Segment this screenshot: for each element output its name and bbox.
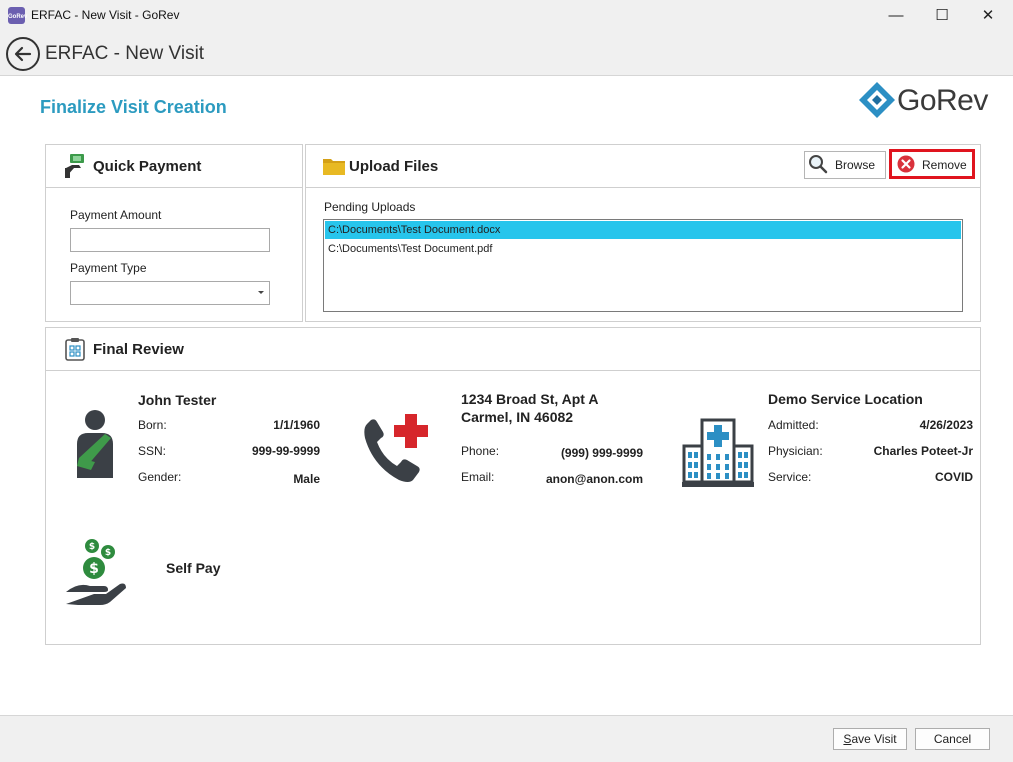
payment-amount-label: Payment Amount bbox=[70, 208, 162, 222]
list-item[interactable]: C:\Documents\Test Document.pdf bbox=[325, 240, 961, 258]
back-button[interactable] bbox=[6, 37, 40, 71]
physician-label: Physician: bbox=[768, 444, 823, 458]
back-arrow-icon bbox=[14, 46, 32, 62]
browse-button[interactable]: Browse bbox=[804, 151, 886, 179]
final-review-header: Final Review bbox=[46, 328, 980, 371]
patient-name: John Tester bbox=[138, 392, 217, 408]
remove-button[interactable]: Remove bbox=[889, 149, 975, 179]
phone-value: (999) 999-9999 bbox=[560, 446, 643, 460]
pending-uploads-label: Pending Uploads bbox=[324, 200, 416, 214]
payment-type-label: Payment Type bbox=[70, 261, 147, 275]
window-titlebar: GoRev ERFAC - New Visit - GoRev — ☐ ✕ bbox=[0, 0, 1013, 31]
cancel-button[interactable]: Cancel bbox=[915, 728, 990, 750]
quick-payment-title: Quick Payment bbox=[93, 158, 202, 175]
address-line1: 1234 Broad St, Apt A bbox=[461, 391, 599, 407]
ssn-label: SSN: bbox=[138, 444, 167, 458]
maximize-button[interactable]: ☐ bbox=[919, 0, 965, 31]
born-label: Born: bbox=[138, 418, 167, 432]
admitted-value: 4/26/2023 bbox=[919, 418, 973, 432]
gender-value: Male bbox=[293, 472, 320, 486]
logo-text: GoRev bbox=[897, 84, 988, 117]
header-title: ERFAC - New Visit bbox=[45, 43, 205, 64]
final-review-title: Final Review bbox=[93, 341, 184, 358]
service-label: Service: bbox=[768, 470, 812, 484]
remove-icon bbox=[897, 155, 915, 173]
money-hand-icon: $ $ $ bbox=[66, 539, 126, 605]
quick-payment-panel: Quick Payment Payment Amount Payment Typ… bbox=[45, 144, 303, 322]
final-review-panel: Final Review John Tester Born: 1/1/1960 … bbox=[45, 327, 981, 645]
location-name: Demo Service Location bbox=[768, 391, 923, 407]
page-title: Finalize Visit Creation bbox=[40, 97, 227, 117]
app-icon-text: GoRev bbox=[8, 14, 28, 20]
physician-value: Charles Poteet-Jr bbox=[873, 444, 973, 458]
remove-label: Remove bbox=[922, 158, 967, 172]
phone-medical-icon bbox=[364, 414, 428, 482]
dropdown-arrow-icon[interactable] bbox=[258, 291, 264, 294]
upload-files-title: Upload Files bbox=[349, 158, 439, 175]
ssn-value: 999-99-9999 bbox=[251, 444, 320, 458]
payment-type-select[interactable] bbox=[70, 281, 270, 305]
phone-label: Phone: bbox=[461, 444, 500, 458]
pending-uploads-list[interactable]: C:\Documents\Test Document.docx C:\Docum… bbox=[323, 219, 963, 312]
email-label: Email: bbox=[461, 470, 495, 484]
svg-text:$: $ bbox=[89, 542, 95, 552]
gender-label: Gender: bbox=[138, 470, 182, 484]
window-title: ERFAC - New Visit - GoRev bbox=[31, 8, 180, 22]
quick-payment-header: Quick Payment bbox=[46, 145, 302, 188]
save-visit-button[interactable]: Save Visit bbox=[833, 728, 907, 750]
app-header: ERFAC - New Visit bbox=[0, 31, 1013, 76]
svg-text:$: $ bbox=[89, 561, 99, 577]
email-value: anon@anon.com bbox=[545, 472, 643, 486]
gorev-logo: GoRev bbox=[857, 80, 997, 122]
save-visit-label: ave Visit bbox=[851, 732, 897, 746]
self-pay-text: Self Pay bbox=[166, 560, 221, 576]
app-icon: GoRev bbox=[8, 7, 28, 24]
injured-patient-icon bbox=[77, 410, 113, 478]
clipboard-icon bbox=[65, 338, 85, 361]
close-button[interactable]: ✕ bbox=[965, 0, 1011, 31]
upload-files-panel: Upload Files Browse Remove Pending Uploa… bbox=[305, 144, 981, 322]
service-value: COVID bbox=[934, 470, 973, 484]
cash-hand-icon bbox=[65, 154, 84, 178]
gorev-logo-icon bbox=[859, 82, 895, 118]
folder-icon bbox=[323, 159, 345, 175]
search-icon bbox=[809, 155, 828, 174]
address-line2: Carmel, IN 46082 bbox=[461, 409, 574, 425]
minimize-button[interactable]: — bbox=[873, 0, 919, 31]
footer-bar: Save Visit Cancel bbox=[0, 715, 1013, 762]
payment-amount-input[interactable] bbox=[70, 228, 270, 252]
born-value: 1/1/1960 bbox=[273, 418, 320, 432]
svg-text:$: $ bbox=[105, 548, 111, 558]
admitted-label: Admitted: bbox=[768, 418, 819, 432]
hospital-icon bbox=[682, 418, 754, 487]
list-item[interactable]: C:\Documents\Test Document.docx bbox=[325, 221, 961, 239]
browse-label: Browse bbox=[835, 158, 876, 172]
